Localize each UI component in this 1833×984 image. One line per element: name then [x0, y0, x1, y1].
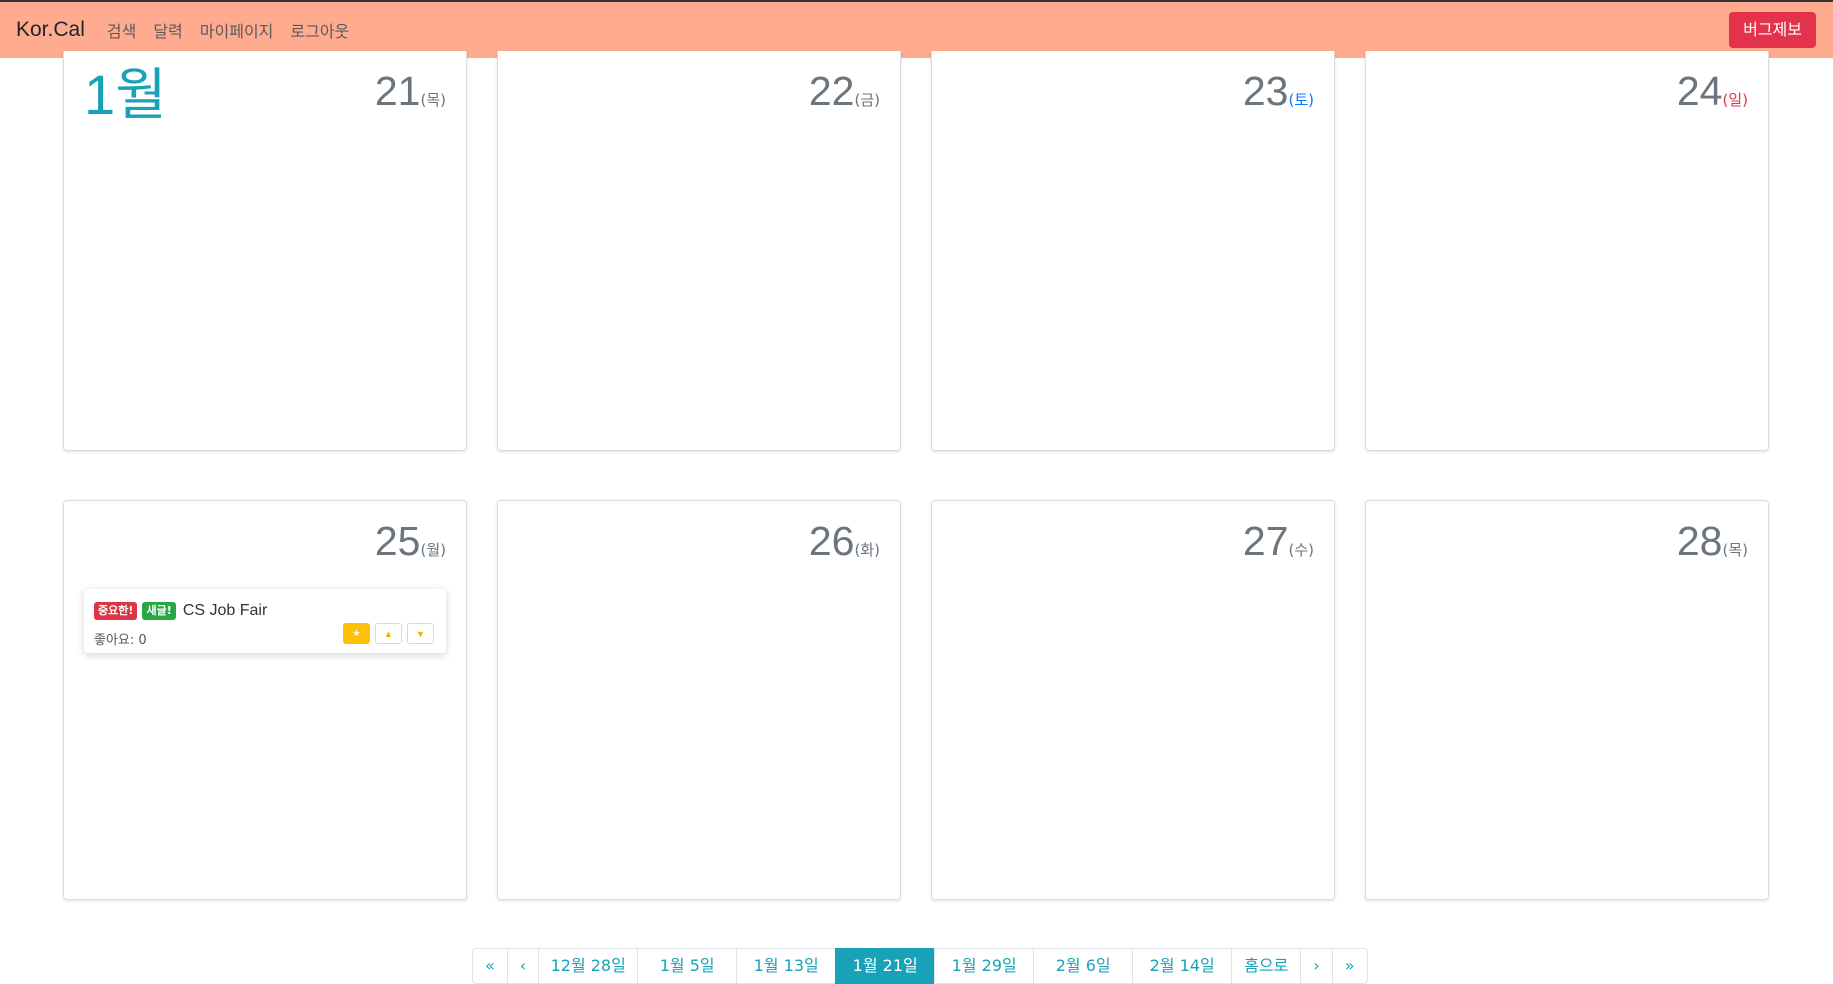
- day-number: 25: [374, 518, 421, 564]
- dislike-button[interactable]: ▼: [407, 623, 434, 644]
- day-of-week: (목): [1722, 541, 1748, 559]
- page-date-link[interactable]: 1월 5일: [637, 948, 738, 984]
- event-card[interactable]: 중요한! 새글! CS Job Fair 좋아요: 0 ★ ▲ ▼: [84, 589, 446, 653]
- new-badge: 새글!: [142, 601, 176, 620]
- day-header: 23 (토): [1243, 71, 1314, 112]
- day-number: 27: [1242, 518, 1289, 564]
- bug-report-button[interactable]: 버그제보: [1729, 12, 1816, 48]
- star-icon: ★: [352, 628, 361, 638]
- nav-link-mypage[interactable]: 마이페이지: [200, 18, 274, 42]
- day-card-27: 27 (수): [931, 500, 1335, 900]
- day-card-25: 25 (월) 중요한! 새글! CS Job Fair 좋아요: 0 ★ ▲ ▼: [63, 500, 467, 900]
- day-header: 22 (금): [809, 71, 880, 112]
- page-last-button[interactable]: »: [1331, 948, 1368, 984]
- thumbs-up-icon: ▲: [384, 628, 393, 639]
- day-header: 25 (월): [375, 521, 446, 562]
- day-card-26: 26 (화): [497, 500, 901, 900]
- day-card-22: 22 (금): [497, 51, 901, 451]
- page-date-link[interactable]: 1월 13일: [736, 948, 837, 984]
- day-number: 24: [1676, 68, 1723, 114]
- day-header: 21 (목): [375, 71, 446, 112]
- page-date-link[interactable]: 2월 14일: [1132, 948, 1233, 984]
- day-card-23: 23 (토): [931, 51, 1335, 451]
- likes-count: 좋아요: 0: [94, 633, 147, 648]
- page-date-link[interactable]: 1월 29일: [934, 948, 1035, 984]
- day-of-week: (수): [1288, 541, 1314, 559]
- day-card-21: 1월 21 (목): [63, 51, 467, 451]
- page-first-button[interactable]: «: [472, 948, 508, 984]
- thumbs-down-icon: ▼: [416, 628, 425, 639]
- nav-link-logout[interactable]: 로그아웃: [290, 18, 349, 42]
- month-label: 1월: [84, 63, 167, 126]
- day-card-24: 24 (일): [1365, 51, 1769, 451]
- day-number: 21: [374, 68, 421, 114]
- like-button[interactable]: ▲: [375, 623, 402, 644]
- favorite-button[interactable]: ★: [343, 623, 370, 644]
- event-title[interactable]: CS Job Fair: [183, 602, 267, 619]
- day-header: 28 (목): [1677, 521, 1748, 562]
- nav-link-calendar[interactable]: 달력: [153, 18, 182, 42]
- page-next-button[interactable]: ›: [1300, 948, 1333, 984]
- page-prev-button[interactable]: ‹: [506, 948, 540, 984]
- page-date-link-active[interactable]: 1월 21일: [835, 948, 936, 984]
- day-number: 28: [1676, 518, 1723, 564]
- day-of-week: (일): [1722, 91, 1748, 109]
- page-date-link[interactable]: 12월 28일: [538, 948, 639, 984]
- day-of-week: (토): [1288, 91, 1314, 109]
- pagination: « ‹ 12월 28일 1월 5일 1월 13일 1월 21일 1월 29일 2…: [472, 948, 1368, 984]
- day-number: 22: [808, 68, 855, 114]
- day-number: 23: [1242, 68, 1289, 114]
- day-header: 24 (일): [1677, 71, 1748, 112]
- day-card-28: 28 (목): [1365, 500, 1769, 900]
- day-of-week: (목): [420, 91, 446, 109]
- nav-link-search[interactable]: 검색: [107, 18, 136, 42]
- day-number: 26: [808, 518, 855, 564]
- page-home-link[interactable]: 홈으로: [1231, 948, 1302, 984]
- day-header: 26 (화): [809, 521, 880, 562]
- day-of-week: (금): [854, 91, 880, 109]
- page-date-link[interactable]: 2월 6일: [1033, 948, 1134, 984]
- event-actions: ★ ▲ ▼: [343, 623, 434, 644]
- brand-link[interactable]: Kor.Cal: [16, 18, 85, 42]
- day-of-week: (월): [420, 541, 446, 559]
- important-badge: 중요한!: [94, 601, 138, 620]
- day-of-week: (화): [854, 541, 880, 559]
- day-header: 27 (수): [1243, 521, 1314, 562]
- navbar: Kor.Cal 검색 달력 마이페이지 로그아웃 버그제보: [0, 0, 1833, 58]
